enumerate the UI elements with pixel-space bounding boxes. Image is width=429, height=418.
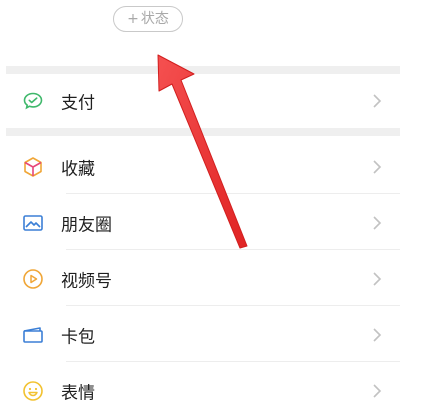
menu-item-pay[interactable]: 支付: [6, 74, 400, 128]
cards-label: 卡包: [61, 327, 95, 348]
smiley-icon: [23, 381, 43, 401]
pay-label: 支付: [61, 93, 95, 114]
menu-item-cards[interactable]: 卡包: [6, 308, 400, 362]
chevron-right-icon: [373, 94, 382, 108]
picture-icon: [23, 215, 43, 231]
row-divider: [66, 249, 400, 250]
stickers-label: 表情: [61, 383, 95, 404]
chevron-right-icon: [373, 272, 382, 286]
plus-icon: +: [127, 11, 139, 27]
cube-icon: [24, 157, 42, 177]
section-separator: [6, 128, 400, 136]
row-divider: [66, 361, 400, 362]
status-label: 状态: [140, 11, 169, 27]
card-wallet-icon: [23, 327, 43, 343]
chevron-right-icon: [373, 384, 382, 398]
favorites-label: 收藏: [61, 159, 95, 180]
row-divider: [66, 193, 400, 194]
menu-item-favorites[interactable]: 收藏: [6, 140, 400, 194]
row-divider: [66, 305, 400, 306]
menu-item-channels[interactable]: 视频号: [6, 252, 400, 306]
play-circle-icon: [23, 269, 43, 289]
moments-label: 朋友圈: [61, 215, 112, 236]
pay-icon: [23, 92, 43, 110]
chevron-right-icon: [373, 328, 382, 342]
me-page: + 状态 支付 收藏 朋友圈 视频号 卡包 表情: [0, 0, 429, 416]
section-separator: [6, 66, 400, 74]
add-status-button[interactable]: + 状态: [113, 6, 183, 32]
menu-item-stickers[interactable]: 表情: [6, 364, 400, 418]
channels-label: 视频号: [61, 271, 112, 292]
menu-item-moments[interactable]: 朋友圈: [6, 196, 400, 250]
chevron-right-icon: [373, 216, 382, 230]
chevron-right-icon: [373, 160, 382, 174]
